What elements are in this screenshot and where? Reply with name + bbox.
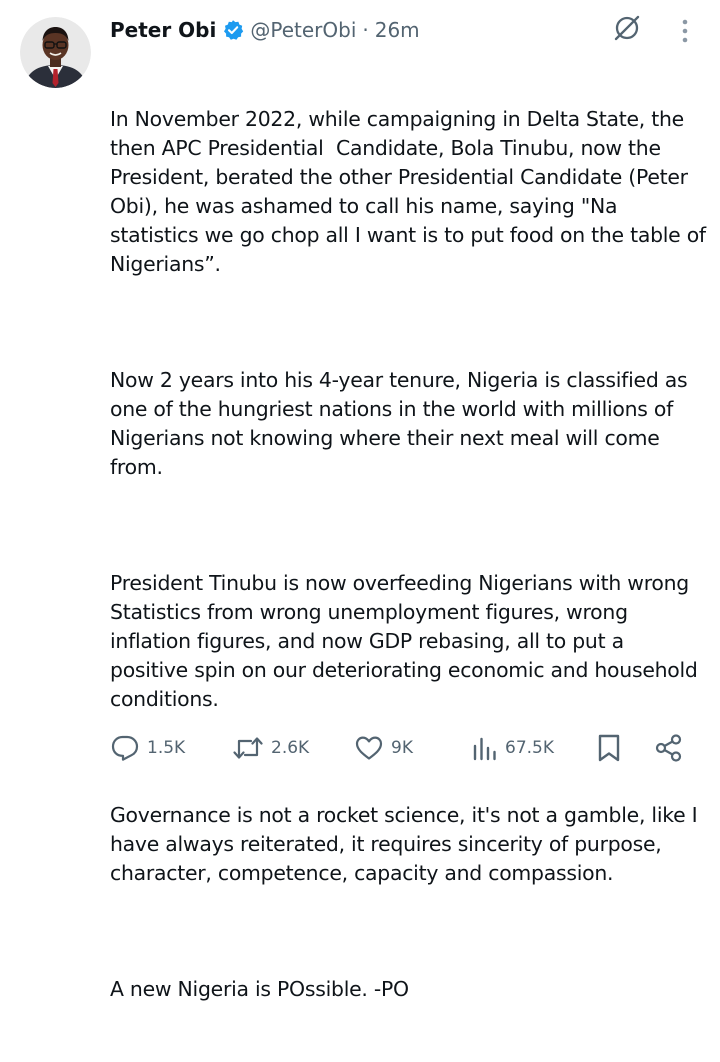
action-bar: 1.5K 2.6K 9K 67.5K <box>110 730 690 766</box>
like-button[interactable]: 9K <box>354 730 413 766</box>
avatar[interactable] <box>20 17 91 88</box>
bookmark-icon <box>596 733 622 763</box>
grok-icon[interactable] <box>612 13 642 43</box>
repost-count: 2.6K <box>271 738 310 758</box>
views-button[interactable]: 67.5K <box>472 730 554 766</box>
repost-icon <box>232 734 264 762</box>
reply-icon <box>110 734 140 762</box>
like-count: 9K <box>391 738 413 758</box>
tweet: Peter Obi @PeterObi · 26m In November 20… <box>0 0 720 1001</box>
tweet-header: Peter Obi @PeterObi · 26m <box>110 14 420 46</box>
tweet-text: In November 2022, while campaigning in D… <box>110 47 706 1062</box>
tweet-paragraph: In November 2022, while campaigning in D… <box>110 107 713 276</box>
verified-badge-icon <box>222 19 244 41</box>
heart-icon <box>354 734 384 762</box>
separator-dot: · <box>362 18 369 42</box>
reply-button[interactable]: 1.5K <box>110 730 185 766</box>
tweet-paragraph: A new Nigeria is POssible. -PO <box>110 977 409 1001</box>
share-icon <box>654 733 684 763</box>
bookmark-button[interactable] <box>596 730 622 766</box>
author-name[interactable]: Peter Obi <box>110 18 216 42</box>
tweet-paragraph: Governance is not a rocket science, it's… <box>110 803 704 885</box>
tweet-paragraph: Now 2 years into his 4-year tenure, Nige… <box>110 368 694 479</box>
share-button[interactable] <box>654 730 684 766</box>
tweet-paragraph: President Tinubu is now overfeeding Nige… <box>110 571 704 711</box>
tweet-time[interactable]: 26m <box>375 18 420 42</box>
views-count: 67.5K <box>505 738 554 758</box>
analytics-icon <box>472 734 498 762</box>
reply-count: 1.5K <box>147 738 186 758</box>
more-vertical-icon[interactable] <box>678 19 692 43</box>
repost-button[interactable]: 2.6K <box>232 730 309 766</box>
author-handle[interactable]: @PeterObi <box>250 18 356 42</box>
